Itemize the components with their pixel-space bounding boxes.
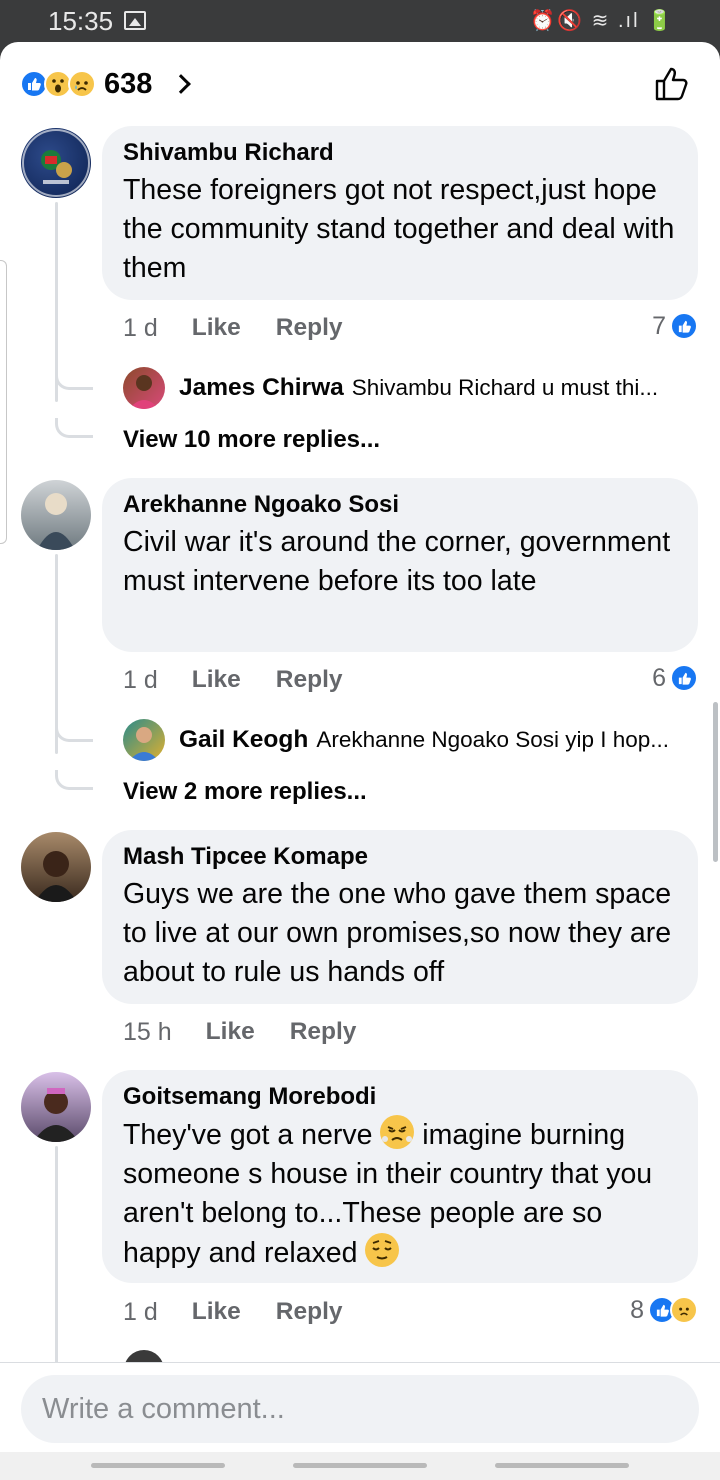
comment-reactions[interactable]: 8 [630, 1292, 698, 1328]
comment-time[interactable]: 1 d [123, 314, 158, 343]
relieved-face-emoji-icon [365, 1233, 400, 1267]
comment-reaction-count: 8 [630, 1295, 644, 1324]
comment-time[interactable]: 15 h [123, 1018, 172, 1047]
edge-panel-handle[interactable] [0, 260, 7, 544]
like-button[interactable]: Like [206, 1018, 255, 1046]
comment-actions: 1 d Like Reply [123, 662, 378, 698]
reply-author: Gail Keogh [179, 726, 309, 753]
comment-composer [0, 1362, 720, 1452]
avatar[interactable] [123, 719, 165, 761]
reply-button[interactable]: Reply [276, 314, 343, 342]
system-nav-bar [0, 1452, 720, 1480]
comment-text: Civil war it's around the corner, govern… [123, 526, 671, 597]
comment-author[interactable]: Mash Tipcee Komape [123, 842, 676, 872]
reply-text: Arekhanne Ngoako Sosi yip I hop... [316, 727, 670, 752]
avatar[interactable] [21, 128, 91, 198]
comment-bubble[interactable]: Arekhanne Ngoako Sosi Civil war it's aro… [102, 478, 698, 652]
comment-time[interactable]: 1 d [123, 1298, 158, 1327]
avatar[interactable] [123, 367, 165, 409]
comment-actions: 1 d Like Reply [123, 1294, 378, 1330]
comment-time[interactable]: 1 d [123, 666, 158, 695]
comment-author[interactable]: Shivambu Richard [123, 138, 676, 168]
reply-button[interactable]: Reply [276, 1298, 343, 1326]
like-reaction-icon [670, 664, 698, 692]
comment-bubble[interactable]: Shivambu Richard These foreigners got no… [102, 126, 698, 300]
reply-button[interactable]: Reply [290, 1018, 357, 1046]
chevron-right-icon[interactable] [171, 74, 192, 94]
view-more-replies[interactable]: View 2 more replies... [123, 778, 367, 806]
reply-preview[interactable]: James Chirwa Shivambu Richard u must thi… [123, 366, 698, 410]
gallery-icon [124, 11, 146, 30]
comment-input[interactable] [21, 1375, 699, 1443]
avatar[interactable] [21, 1072, 91, 1142]
nav-home[interactable] [293, 1463, 427, 1468]
status-icons: ⏰🔇 ≋ .ıl 🔋 [530, 10, 674, 32]
reply-author: James Chirwa [179, 374, 344, 401]
view-more-replies[interactable]: View 10 more replies... [123, 426, 380, 454]
reply-button[interactable]: Reply [276, 666, 343, 694]
status-time: 15:35 [48, 6, 114, 36]
like-button[interactable]: Like [192, 1298, 241, 1326]
comment-reaction-count: 7 [652, 311, 666, 340]
reaction-count: 638 [104, 67, 153, 100]
reply-text: Shivambu Richard u must thi... [351, 375, 659, 400]
avatar[interactable] [124, 1350, 164, 1362]
reactions-summary[interactable]: 638 [20, 64, 192, 104]
sad-reaction-icon [68, 70, 96, 98]
nav-back[interactable] [495, 1463, 629, 1468]
status-bar: 15:35 ⏰🔇 ≋ .ıl 🔋 [0, 0, 720, 42]
comment-actions: 15 h Like Reply [123, 1014, 391, 1050]
triumph-face-emoji-icon [380, 1115, 415, 1149]
like-outline-icon[interactable] [654, 66, 690, 102]
comment-text: Guys we are the one who gave them space … [123, 878, 672, 988]
sad-reaction-icon [670, 1296, 698, 1324]
like-reaction-icon [670, 312, 698, 340]
comment-text: These foreigners got not respect,just ho… [123, 174, 675, 284]
reply-preview[interactable]: Gail Keogh Arekhanne Ngoako Sosi yip I h… [123, 718, 698, 762]
avatar[interactable] [21, 480, 91, 550]
comment-reactions[interactable]: 7 [652, 308, 698, 344]
nav-recents[interactable] [91, 1463, 225, 1468]
comment-text-part: They've got a nerve [123, 1119, 373, 1151]
comment-bubble[interactable]: Mash Tipcee Komape Guys we are the one w… [102, 830, 698, 1004]
comment-reactions[interactable]: 6 [652, 660, 698, 696]
like-button[interactable]: Like [192, 666, 241, 694]
comment-actions: 1 d Like Reply [123, 310, 378, 346]
comment-bubble[interactable]: Goitsemang Morebodi They've got a nerve … [102, 1070, 698, 1283]
comment-author[interactable]: Goitsemang Morebodi [123, 1082, 676, 1112]
comment-text: They've got a nerve imagine burning some… [123, 1115, 676, 1273]
comment-author[interactable]: Arekhanne Ngoako Sosi [123, 490, 676, 520]
comment-reaction-count: 6 [652, 663, 666, 692]
scrollbar[interactable] [713, 702, 718, 862]
comments-sheet: 638 Shivambu Richard These foreigners go… [0, 42, 720, 1362]
like-button[interactable]: Like [192, 314, 241, 342]
avatar[interactable] [21, 832, 91, 902]
